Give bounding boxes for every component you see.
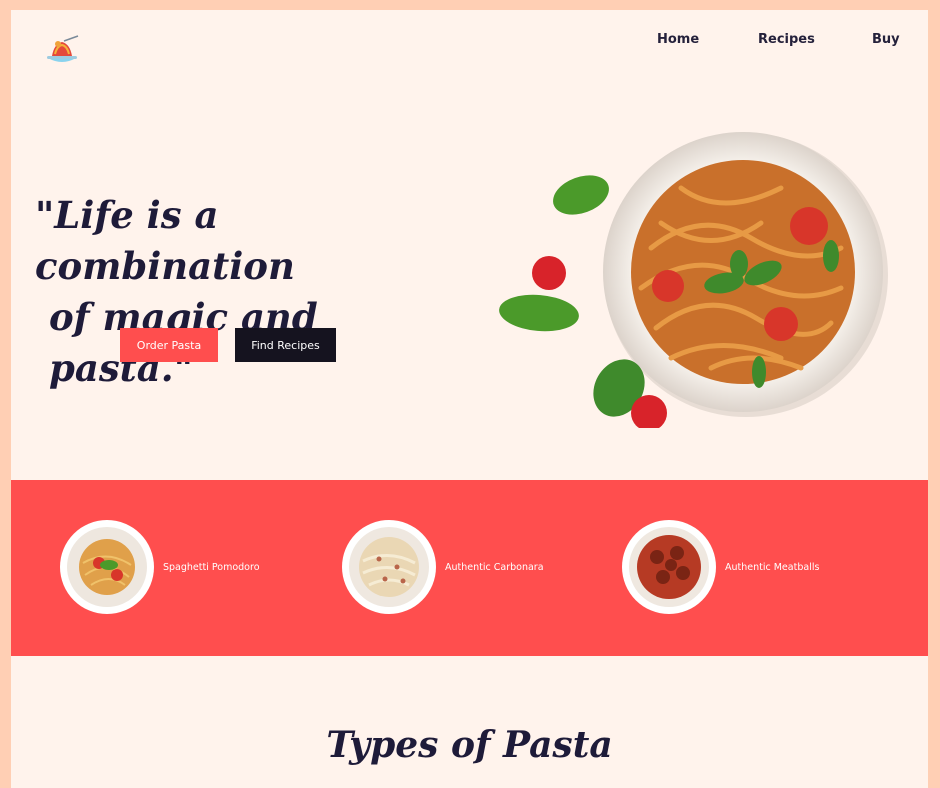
spaghetti-pomodoro-image [60,520,154,614]
main-nav: Home Recipes Buy [11,32,928,52]
find-recipes-button[interactable]: Find Recipes [235,328,336,362]
pasta-plate-image [499,132,888,428]
featured-dishes-band: Spaghetti Pomodoro Authentic Carbonara A… [11,480,928,656]
dish-name: Authentic Meatballs [725,561,820,573]
featured-dish-card[interactable]: Spaghetti Pomodoro [59,517,260,617]
dish-name: Spaghetti Pomodoro [163,561,260,573]
featured-dish-card[interactable]: Authentic Carbonara [341,517,544,617]
nav-buy-link[interactable]: Buy [872,32,900,47]
carbonara-image [342,520,436,614]
order-pasta-button[interactable]: Order Pasta [120,328,218,362]
featured-dish-card[interactable]: Authentic Meatballs [621,517,819,617]
meatballs-image [622,520,716,614]
page: Home Recipes Buy "Life is a combination … [11,10,928,788]
nav-recipes-link[interactable]: Recipes [758,32,815,47]
dish-name: Authentic Carbonara [445,561,544,573]
types-of-pasta-title: Types of Pasta [326,724,613,766]
hero-quote: "Life is a combination of magic and past… [35,190,455,394]
hero-quote-line-1: "Life is a combination [35,193,295,288]
nav-home-link[interactable]: Home [657,32,699,47]
